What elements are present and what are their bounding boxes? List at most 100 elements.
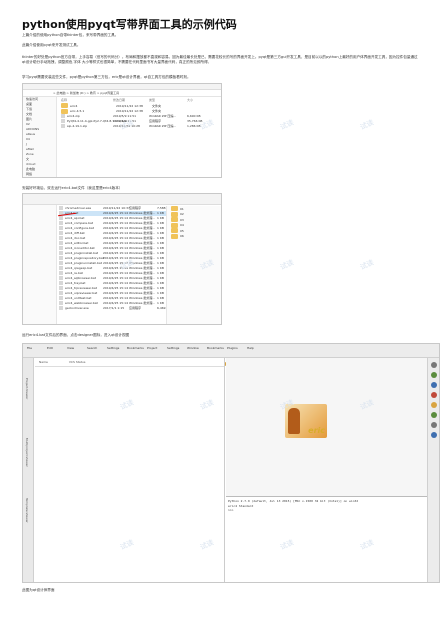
- eric-logo-text: eric: [308, 426, 325, 435]
- paragraph-1: 上篇介绍的使用python自带tkinter包，来写带界面的工具。: [22, 33, 119, 37]
- file-icon: [59, 226, 63, 230]
- tool-icon[interactable]: [430, 412, 437, 418]
- file-date: 2017/1/1 1:15: [103, 306, 125, 310]
- paragraph-5: 安装好环境后，双击运行eric4.bat文件（我这里是eric4版本）: [22, 186, 123, 190]
- menu-item[interactable]: Bookmarks: [207, 346, 224, 350]
- file-icon: [59, 291, 63, 295]
- file-icon: [59, 266, 63, 270]
- file-type: 文件夹: [152, 103, 162, 108]
- menu-item[interactable]: Edit: [47, 346, 53, 350]
- watermark: 试读: [358, 258, 376, 272]
- watermark: 试读: [278, 258, 296, 272]
- folder-icon: [61, 108, 68, 114]
- menu-item[interactable]: Project: [147, 346, 157, 350]
- file-icon: [59, 271, 63, 275]
- file-icon: [59, 251, 63, 255]
- file-name: eric4: [70, 103, 78, 108]
- preview-folder[interactable]: 06: [167, 233, 221, 240]
- folder-icon: [171, 211, 178, 217]
- folder-icon: [171, 217, 178, 222]
- column-vcs-header: VCS Status: [68, 360, 86, 364]
- eric-ide-screenshot: File Edit View Search Settings Bookmarks Proje…: [22, 343, 440, 583]
- watermark: 试读: [358, 118, 376, 132]
- file-icon: [59, 261, 63, 265]
- menu-item[interactable]: File: [27, 346, 32, 350]
- file-icon: [59, 256, 63, 260]
- eric-splash-logo: eric: [285, 404, 327, 438]
- paragraph-2: 此篇介绍使用pyqt来开发测试工具。: [22, 43, 81, 47]
- dock-tab[interactable]: Template-Viewer: [25, 498, 29, 523]
- file-icon: [59, 306, 63, 310]
- file-icon: [59, 241, 63, 245]
- file-icon: [59, 236, 63, 240]
- eric-left-dock: Project-Viewer Multiproject-Viewer Templat…: [23, 358, 34, 582]
- menu-item[interactable]: View: [67, 346, 74, 350]
- tool-icon[interactable]: [430, 362, 437, 368]
- folder-label: 03: [180, 217, 184, 222]
- explorer-file-list: 名称 修改日期 类型 大小 eric4 2019/11/22 12:38 文件夹 eric-4…: [61, 98, 219, 129]
- tool-icon[interactable]: [430, 392, 437, 398]
- file-icon: [59, 221, 63, 225]
- tool-icon[interactable]: [430, 372, 437, 378]
- explorer-sidebar: [23, 205, 57, 324]
- eric-mascot: [288, 408, 300, 434]
- file-icon: [59, 246, 63, 250]
- file-icon: [61, 114, 65, 118]
- menu-item[interactable]: Plugins: [227, 346, 238, 350]
- explorer-screenshot-2: chromedriver.exe 2019/11/22 10:37应用程序 7,58…: [22, 193, 222, 325]
- menu-item[interactable]: Search: [87, 346, 97, 350]
- console-line: >>>: [228, 508, 234, 512]
- file-icon: [59, 301, 63, 305]
- folder-icon: [61, 103, 68, 108]
- file-icon: [59, 281, 63, 285]
- designer-icon[interactable]: [430, 402, 437, 408]
- folder-icon: [171, 222, 178, 228]
- file-row[interactable]: eric4 2019/11/22 12:38 文件夹: [61, 103, 219, 109]
- file-icon: [61, 119, 65, 123]
- paragraph-7: 此图为qt设计师界面: [22, 588, 55, 592]
- folder-label: 01: [180, 206, 184, 211]
- file-row[interactable]: geckodriver.exe 2017/1/1 1:15 应用程序 6,469 KB: [59, 306, 171, 311]
- eric-right-toolbar: [427, 358, 439, 582]
- dock-tab[interactable]: Project-Viewer: [25, 378, 29, 399]
- folder-icon: [171, 206, 178, 211]
- watermark: 试读: [278, 118, 296, 132]
- file-name: sip-4.19.1.zip: [67, 124, 88, 128]
- paragraph-4: 学习pyqt需要安装这些文件，pyqt是python第三方包，eric是qt设计…: [22, 75, 191, 79]
- tool-icon[interactable]: [430, 382, 437, 388]
- menu-item[interactable]: Bookmarks: [127, 346, 144, 350]
- file-icon: [59, 206, 63, 210]
- file-icon: [59, 231, 63, 235]
- tool-icon[interactable]: [430, 422, 437, 428]
- menu-item[interactable]: Settings: [167, 346, 179, 350]
- dock-tab[interactable]: Multiproject-Viewer: [25, 438, 29, 467]
- explorer-ribbon: [23, 194, 221, 205]
- file-icon: [59, 286, 63, 290]
- file-row[interactable]: sip-4.19.1.zip 2019/10/28 10:28 WinRAR ZIP…: [61, 124, 219, 129]
- paragraph-3: tkinter的好处是python官方自带，上手容易（但写的代码分）。布局和摆放…: [22, 55, 418, 64]
- paragraph-6: 运行eric4.bat文件后的界面，点击designer图标，进入qt设计视图: [22, 333, 130, 337]
- menu-item[interactable]: Help: [247, 346, 254, 350]
- file-icon: [59, 276, 63, 280]
- folder-label: 06: [180, 234, 184, 238]
- column-name-header: Name: [39, 360, 48, 364]
- python-shell[interactable]: Python 2.7.9 (default, Jul 13 2015) [MSC…: [226, 496, 427, 582]
- file-name: geckodriver.exe: [65, 306, 89, 310]
- file-icon: [61, 124, 65, 128]
- document-page: python使用pyqt写带界面工具的示例代码 上篇介绍的使用python自带t…: [0, 0, 440, 620]
- page-title: python使用pyqt写带界面工具的示例代码: [22, 18, 237, 31]
- tool-icon[interactable]: [430, 432, 437, 438]
- menu-item[interactable]: Settings: [107, 346, 119, 350]
- file-date: 2019/11/22 12:38: [116, 103, 143, 108]
- file-icon: [59, 216, 63, 220]
- address-bar: > 此电脑 > 新加坡 (D:) > 教育 > pyqt界面工具: [23, 90, 221, 97]
- file-icon: [59, 296, 63, 300]
- file-type: WinRAR ZIP 压缩...: [149, 124, 177, 128]
- explorer-file-list: chromedriver.exe 2019/11/22 10:37应用程序 7,58…: [59, 206, 171, 324]
- explorer-sidebar: 快速访问 桌面 下载 文档 图片 02 ADDONS eReus 04 JeMail Zone 文 iC…: [23, 97, 57, 177]
- sidebar-item[interactable]: 网络: [23, 172, 56, 177]
- eric-menubar: File Edit View Search Settings Bookmarks Proje…: [23, 344, 439, 366]
- folder-label: 05: [180, 228, 184, 233]
- file-type: 应用程序: [129, 306, 142, 310]
- menu-item[interactable]: Window: [187, 346, 199, 350]
